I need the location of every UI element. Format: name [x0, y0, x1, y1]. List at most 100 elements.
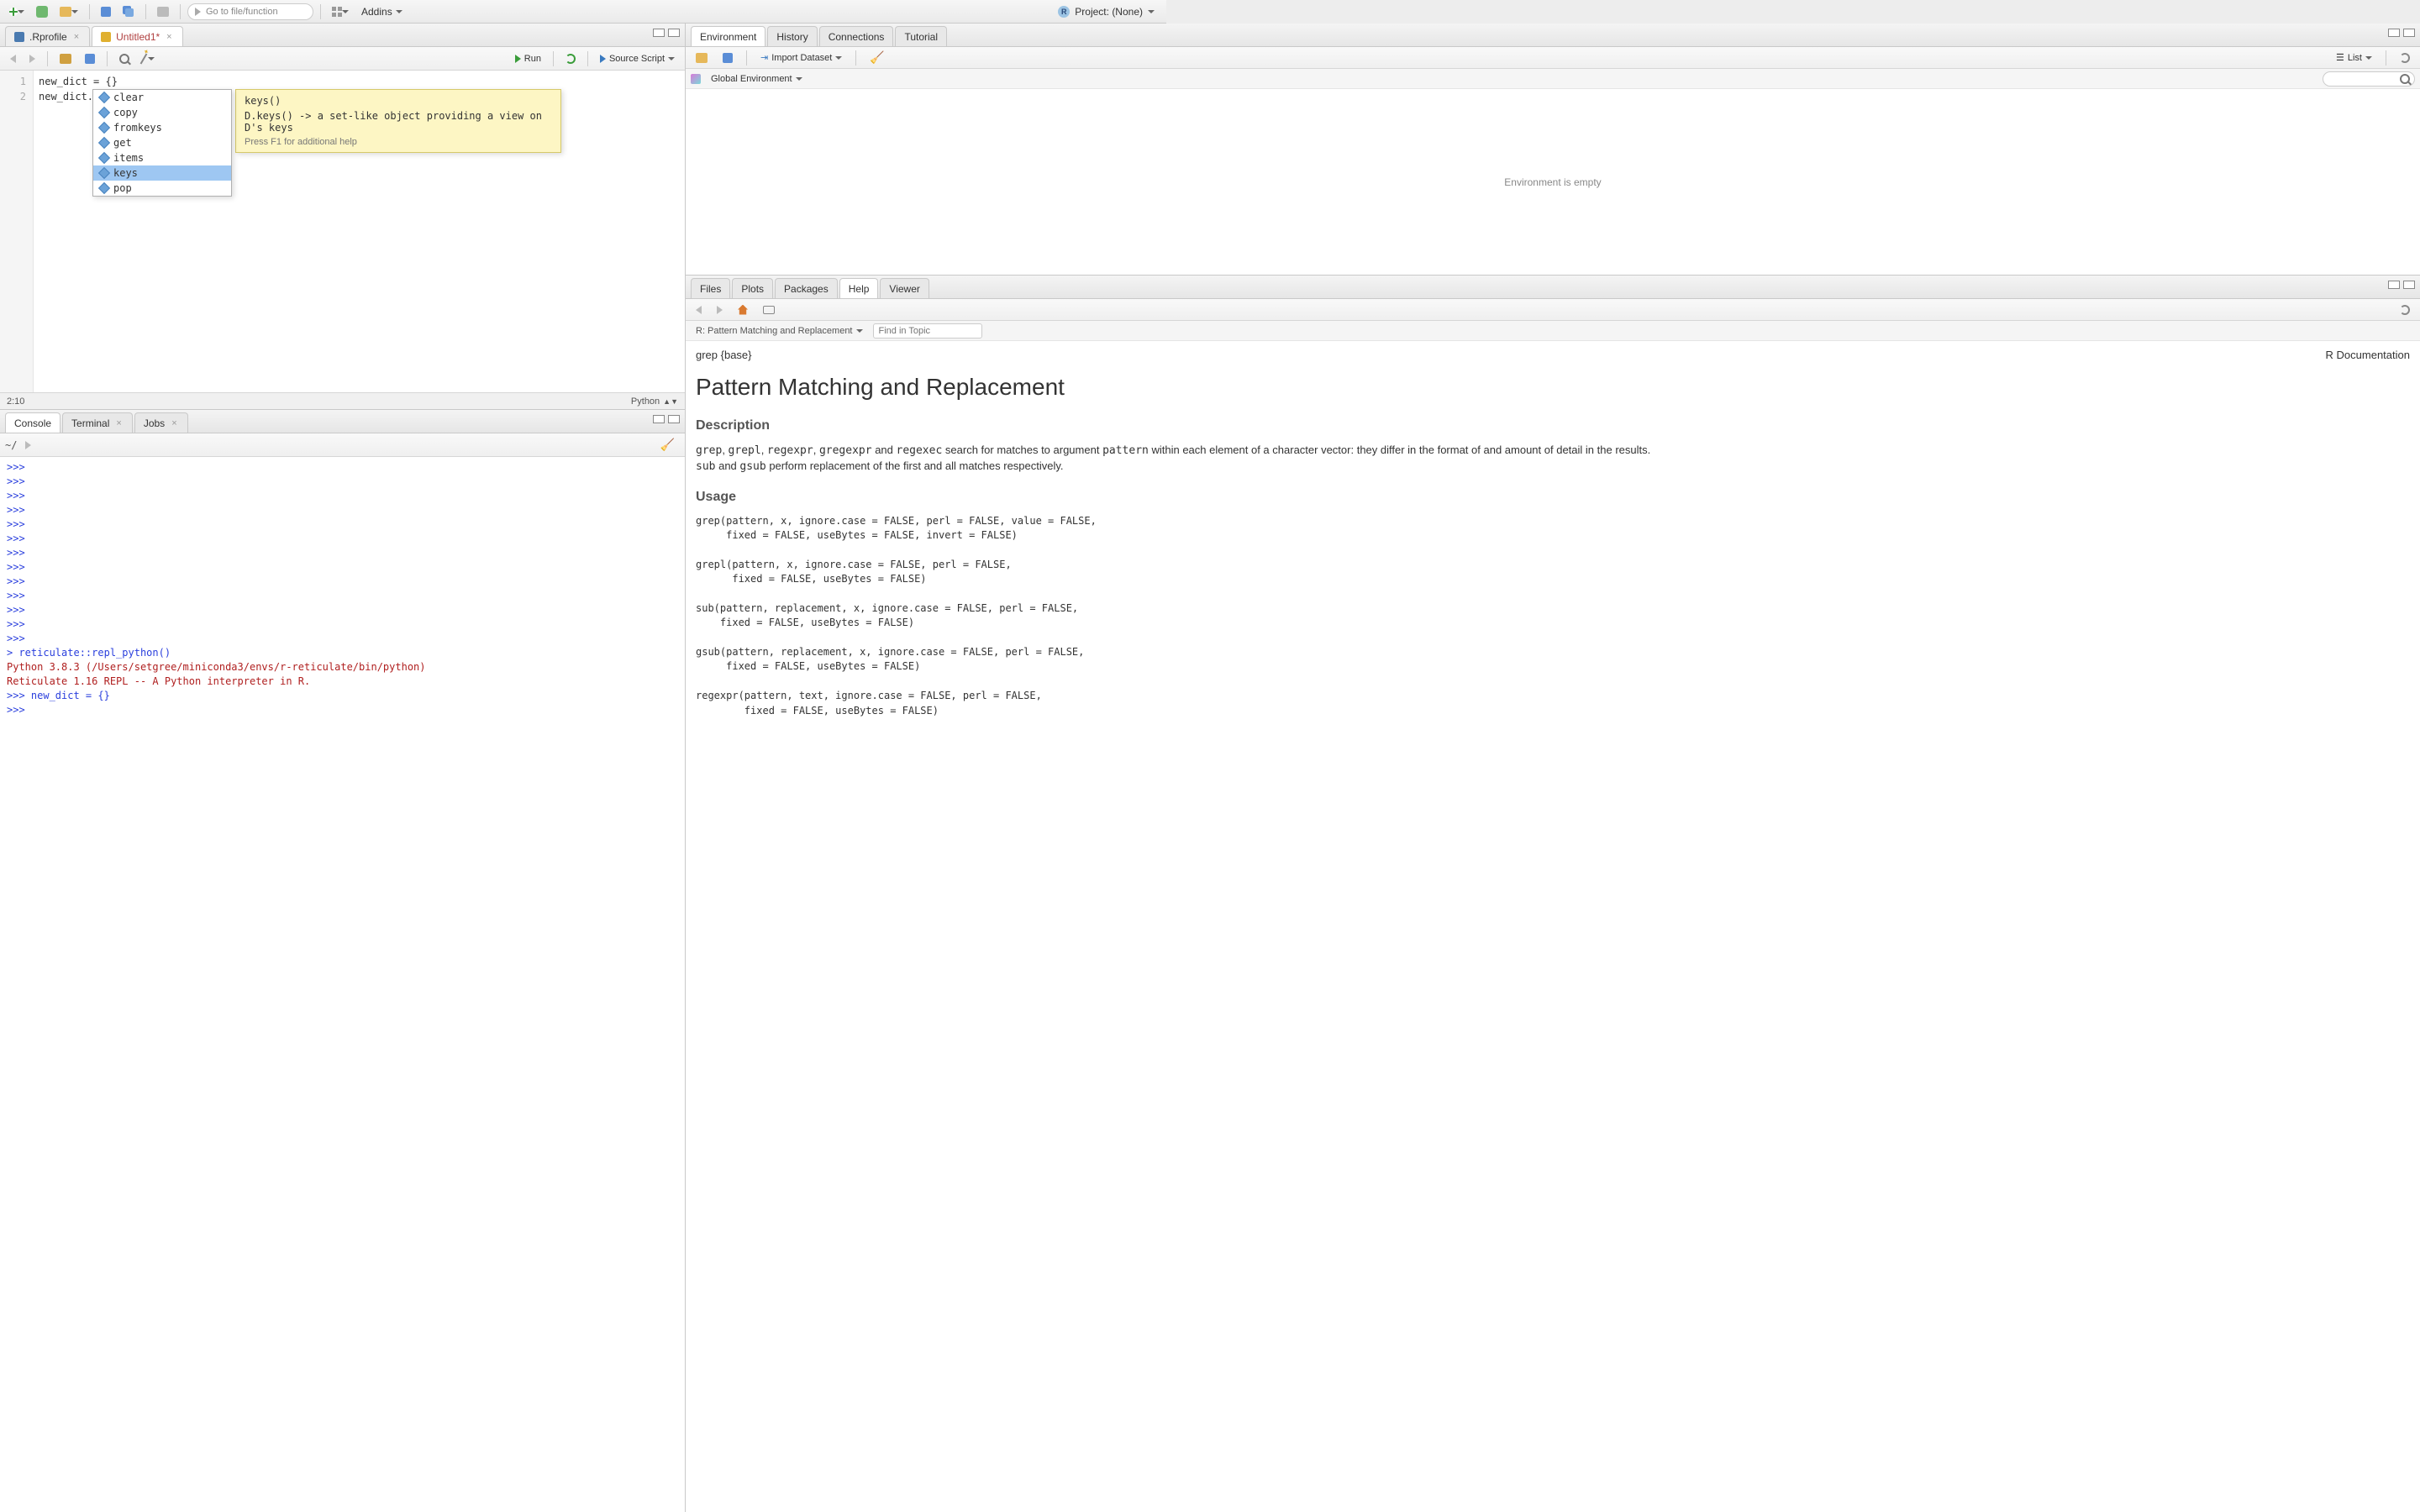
- minimize-pane-icon[interactable]: [2388, 29, 2400, 37]
- tab-tutorial[interactable]: Tutorial: [895, 26, 947, 46]
- help-home-button[interactable]: [733, 303, 753, 317]
- new-project-button[interactable]: [32, 3, 52, 21]
- open-button[interactable]: [55, 3, 82, 21]
- home-icon: [738, 305, 748, 315]
- console-line: >>>: [7, 617, 678, 632]
- close-icon[interactable]: ×: [170, 418, 178, 428]
- autocomplete-item[interactable]: copy: [93, 105, 231, 120]
- help-content[interactable]: grep {base}R Documentation Pattern Match…: [686, 341, 2420, 1512]
- clear-console-button[interactable]: 🧹: [655, 436, 680, 454]
- tab-viewer[interactable]: Viewer: [880, 278, 929, 298]
- list-grid-toggle[interactable]: ☰ List: [2331, 50, 2377, 65]
- autocomplete-item[interactable]: clear: [93, 90, 231, 105]
- language-selector[interactable]: Python: [631, 396, 660, 407]
- close-icon[interactable]: ×: [114, 418, 123, 428]
- tab-packages[interactable]: Packages: [775, 278, 838, 298]
- console-line: >>>: [7, 632, 678, 646]
- help-description-2: sub and gsub perform replacement of the …: [696, 459, 2410, 475]
- popout-icon: [763, 306, 775, 314]
- goto-arrow-icon: [195, 8, 201, 16]
- method-icon: [98, 107, 110, 118]
- code-line: new_dict = {}: [39, 74, 680, 89]
- autocomplete-item[interactable]: items: [93, 150, 231, 165]
- console-line: >>>: [7, 603, 678, 617]
- tab-terminal[interactable]: Terminal×: [62, 412, 133, 433]
- folder-open-icon: [696, 53, 708, 63]
- back-button[interactable]: [5, 53, 21, 65]
- editor-tab-untitled[interactable]: Untitled1*×: [92, 26, 182, 46]
- autocomplete-item[interactable]: fromkeys: [93, 120, 231, 135]
- import-dataset-button[interactable]: ⇥ Import Dataset: [755, 50, 847, 65]
- help-breadcrumb[interactable]: R: Pattern Matching and Replacement: [691, 324, 868, 338]
- tab-plots[interactable]: Plots: [732, 278, 773, 298]
- save-file-button[interactable]: [80, 52, 100, 66]
- tab-help[interactable]: Help: [839, 278, 879, 298]
- code-tools-button[interactable]: [138, 51, 160, 66]
- minimize-pane-icon[interactable]: [653, 29, 665, 37]
- run-button[interactable]: Run: [510, 52, 546, 66]
- autocomplete-item[interactable]: pop: [93, 181, 231, 196]
- print-button[interactable]: [153, 3, 173, 21]
- load-workspace-button[interactable]: [691, 51, 713, 65]
- minimize-pane-icon[interactable]: [2388, 281, 2400, 289]
- console-popout[interactable]: [20, 439, 36, 451]
- tab-console[interactable]: Console: [5, 412, 60, 433]
- maximize-pane-icon[interactable]: [2403, 29, 2415, 37]
- clear-env-button[interactable]: 🧹: [865, 49, 889, 66]
- help-back-button[interactable]: [691, 304, 707, 316]
- python-file-icon: [101, 32, 111, 42]
- maximize-pane-icon[interactable]: [668, 29, 680, 37]
- save-all-button[interactable]: [118, 3, 139, 21]
- help-forward-button[interactable]: [712, 304, 728, 316]
- help-find-input[interactable]: [873, 323, 982, 339]
- rerun-button[interactable]: [560, 52, 581, 66]
- autocomplete-item[interactable]: keys: [93, 165, 231, 181]
- source-tabs: .Rprofile× Untitled1*×: [0, 24, 685, 47]
- new-file-button[interactable]: [5, 3, 29, 21]
- minimize-pane-icon[interactable]: [653, 415, 665, 423]
- save-workspace-button[interactable]: [718, 51, 738, 65]
- tab-files[interactable]: Files: [691, 278, 730, 298]
- popout-button[interactable]: [55, 52, 76, 66]
- source-button[interactable]: Source Script: [595, 52, 680, 66]
- tab-environment[interactable]: Environment: [691, 26, 765, 46]
- console-line: >>>: [7, 475, 678, 489]
- autocomplete-popup[interactable]: clearcopyfromkeysgetitemskeyspop: [92, 89, 232, 197]
- autocomplete-tooltip: keys() D.keys() -> a set-like object pro…: [235, 89, 561, 153]
- search-icon: [2400, 74, 2410, 84]
- refresh-env-button[interactable]: [2395, 51, 2415, 65]
- env-tabs: Environment History Connections Tutorial: [686, 24, 2420, 47]
- cursor-position: 2:10: [7, 396, 24, 407]
- tooltip-hint: Press F1 for additional help: [245, 137, 552, 147]
- autocomplete-item[interactable]: get: [93, 135, 231, 150]
- help-refresh-button[interactable]: [2395, 303, 2415, 317]
- close-icon[interactable]: ×: [72, 32, 81, 42]
- tooltip-doc: D.keys() -> a set-like object providing …: [245, 110, 552, 134]
- save-button[interactable]: [97, 3, 115, 21]
- run-icon: [515, 55, 521, 63]
- editor-tab-rprofile[interactable]: .Rprofile×: [5, 26, 90, 46]
- help-popout-button[interactable]: [758, 304, 780, 316]
- addins-dropdown[interactable]: Addins: [356, 6, 408, 18]
- find-button[interactable]: [114, 52, 134, 66]
- tab-connections[interactable]: Connections: [819, 26, 894, 46]
- console-line: >>>: [7, 560, 678, 575]
- panes-button[interactable]: [328, 3, 353, 21]
- project-menu[interactable]: RProject: (None): [1051, 6, 1161, 18]
- maximize-pane-icon[interactable]: [668, 415, 680, 423]
- help-pane: Files Plots Packages Help Viewer R: Pa: [686, 276, 2420, 1512]
- tab-jobs[interactable]: Jobs×: [134, 412, 188, 433]
- main-toolbar: Go to file/function Addins RProject: (No…: [0, 0, 1166, 24]
- source-pane: .Rprofile× Untitled1*× Run: [0, 24, 685, 410]
- maximize-pane-icon[interactable]: [2403, 281, 2415, 289]
- tab-history[interactable]: History: [767, 26, 817, 46]
- editor-toolbar: Run Source Script: [0, 47, 685, 71]
- goto-file-input[interactable]: Go to file/function: [187, 3, 313, 20]
- close-icon[interactable]: ×: [165, 32, 173, 42]
- console-line: >>>: [7, 517, 678, 532]
- scope-selector[interactable]: Global Environment: [706, 72, 808, 86]
- forward-button[interactable]: [24, 53, 40, 65]
- scope-icon: [691, 74, 701, 84]
- console-line: >>>: [7, 489, 678, 503]
- console-output[interactable]: >>> >>> >>> >>> >>> >>> >>> >>> >>> >>> …: [0, 457, 685, 1512]
